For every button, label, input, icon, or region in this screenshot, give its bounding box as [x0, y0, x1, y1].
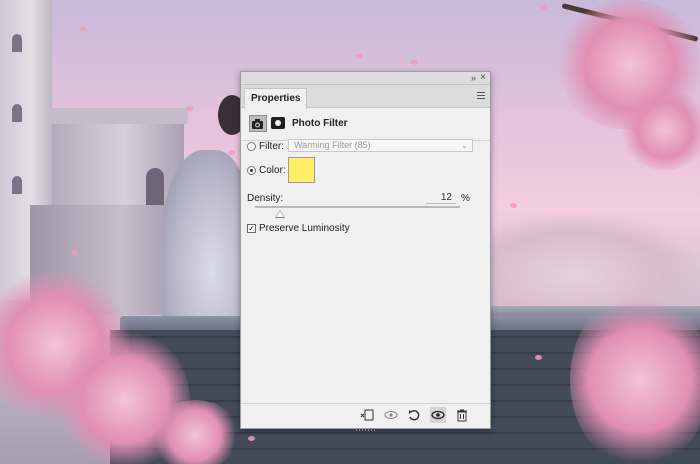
reset-icon[interactable] — [406, 407, 422, 423]
adjustment-layer-icon[interactable] — [249, 115, 267, 132]
preserve-luminosity-label: Preserve Luminosity — [259, 223, 350, 234]
density-slider[interactable] — [255, 206, 460, 208]
panel-titlebar[interactable]: » × — [241, 72, 490, 85]
properties-panel: » × Properties Photo Filter Filter: Warm… — [240, 71, 491, 431]
preserve-luminosity-option[interactable]: ✓ Preserve Luminosity — [247, 223, 350, 234]
petal — [80, 26, 87, 31]
petal — [248, 436, 255, 441]
density-unit: % — [461, 193, 470, 204]
color-option[interactable]: Color: — [247, 165, 286, 176]
panel-footer — [241, 403, 490, 431]
color-swatch[interactable] — [288, 157, 315, 183]
clip-to-layer-icon[interactable] — [359, 407, 375, 423]
view-previous-state-icon[interactable] — [383, 407, 399, 423]
visibility-icon[interactable] — [430, 407, 446, 423]
preserve-luminosity-checkbox[interactable]: ✓ — [247, 224, 256, 233]
filter-select[interactable]: Warming Filter (85) ⌄ — [288, 139, 473, 152]
color-radio[interactable] — [247, 166, 256, 175]
petal — [540, 5, 547, 10]
cherry-blossom — [570, 290, 700, 464]
adjustment-title: Photo Filter — [292, 118, 348, 129]
resize-grip[interactable] — [356, 428, 376, 431]
density-label: Density: — [247, 193, 284, 204]
petal — [71, 250, 78, 255]
adjustment-header: Photo Filter — [241, 108, 490, 141]
filter-option[interactable]: Filter: — [247, 141, 284, 152]
filter-label: Filter: — [259, 141, 284, 152]
density-input[interactable]: 12 — [426, 192, 456, 204]
cherry-blossom — [150, 400, 240, 464]
close-icon[interactable]: × — [480, 72, 486, 84]
trash-icon[interactable] — [454, 407, 470, 423]
density-slider-thumb[interactable] — [274, 210, 285, 218]
petal — [228, 150, 235, 155]
filter-value: Warming Filter (85) — [294, 140, 371, 150]
collapse-icon[interactable]: » — [471, 72, 476, 84]
color-label: Color: — [259, 165, 286, 176]
chevron-down-icon: ⌄ — [461, 141, 468, 150]
tab-properties[interactable]: Properties — [244, 88, 308, 109]
petal — [186, 106, 193, 111]
panel-tabbar: Properties — [241, 85, 490, 109]
petal — [510, 203, 517, 208]
petal — [356, 54, 363, 59]
cherry-blossom — [620, 90, 700, 170]
petal — [411, 60, 418, 65]
layer-mask-icon[interactable] — [271, 117, 285, 129]
panel-menu-icon[interactable] — [477, 92, 485, 100]
filter-radio[interactable] — [247, 142, 256, 151]
petal — [535, 355, 542, 360]
